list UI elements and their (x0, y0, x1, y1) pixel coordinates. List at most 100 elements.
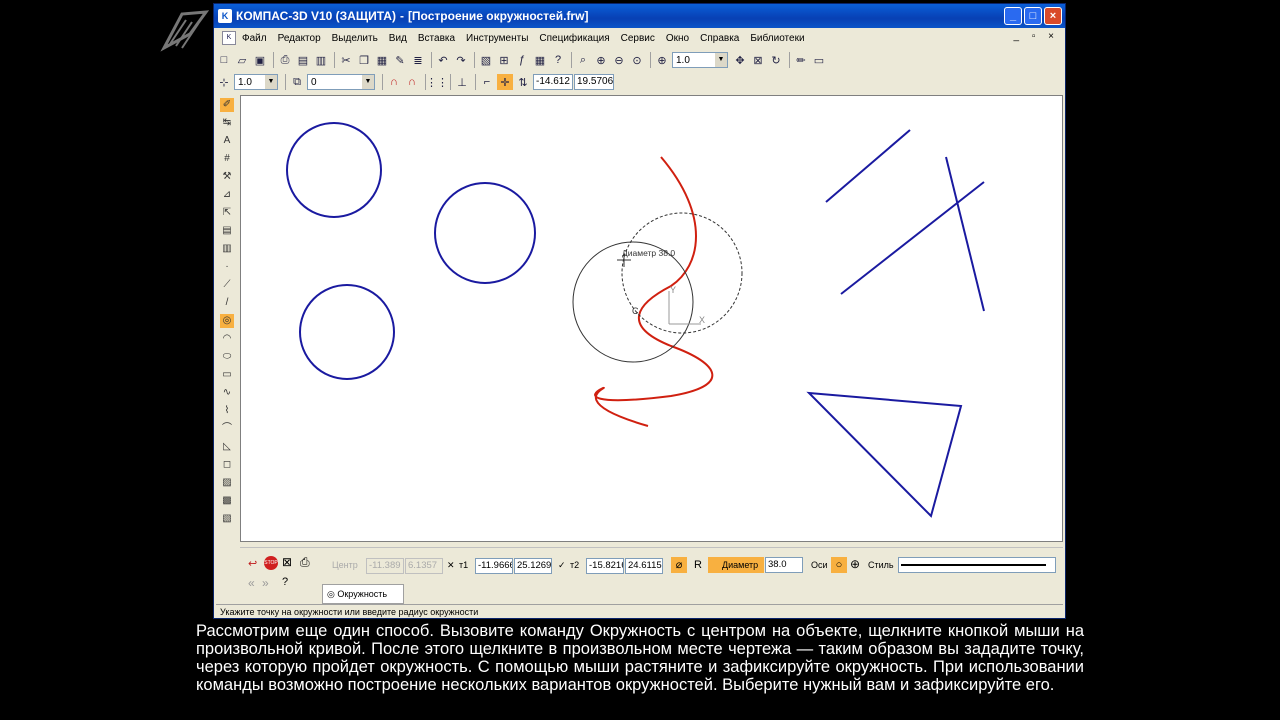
menu-libraries[interactable]: Библиотеки (750, 33, 804, 44)
menu-edit[interactable]: Редактор (278, 33, 321, 44)
pin-icon[interactable]: ↩ (248, 557, 257, 570)
open-folder-icon[interactable]: ▱ (234, 52, 250, 68)
menu-tools[interactable]: Инструменты (466, 33, 528, 44)
print-preview-icon[interactable]: ▤ (295, 52, 311, 68)
mdi-controls[interactable]: _ ▫ × (1013, 31, 1059, 42)
chamfer-tool-icon[interactable]: ◺ (220, 440, 234, 454)
cursor-x-field[interactable]: -14.612 (533, 74, 573, 90)
chevron-down-icon[interactable]: ▼ (265, 75, 277, 89)
rectangle-tool-icon[interactable]: ▭ (220, 368, 234, 382)
new-document-icon[interactable]: □ (216, 52, 232, 68)
refresh-icon[interactable]: ↻ (768, 52, 784, 68)
circle-2[interactable] (434, 182, 536, 284)
circle-3[interactable] (299, 284, 395, 380)
segment-tool-icon[interactable]: / (220, 296, 234, 310)
diameter-label[interactable]: Диаметр (708, 557, 764, 573)
save-icon[interactable]: ▣ (252, 52, 268, 68)
segment-3[interactable] (945, 156, 985, 312)
document-icon[interactable]: K (222, 31, 236, 45)
center-x-field[interactable]: -11.389 (366, 558, 404, 574)
auxiliary-line-icon[interactable]: ⟋ (220, 278, 234, 292)
cursor-y-field[interactable]: 19.5706 (574, 74, 614, 90)
polyline-tool-icon[interactable]: ⌇ (220, 404, 234, 418)
menu-select[interactable]: Выделить (332, 33, 378, 44)
help-icon[interactable]: ? (550, 52, 566, 68)
menu-service[interactable]: Сервис (621, 33, 655, 44)
help-icon[interactable]: ? (282, 576, 288, 588)
table-icon[interactable]: ▦ (532, 52, 548, 68)
undo-icon[interactable]: ↶ (435, 52, 451, 68)
zoom-scale-combo[interactable]: 1.0 ▼ (672, 52, 728, 68)
t1-check-icon[interactable]: ✕ (447, 560, 455, 571)
stop-icon[interactable]: STOP (264, 556, 278, 570)
zoom-out-icon[interactable]: ⊖ (611, 52, 627, 68)
t1-x-field[interactable]: -11.9666 (475, 558, 513, 574)
spline-curve[interactable] (594, 156, 714, 427)
menu-help[interactable]: Справка (700, 33, 739, 44)
collection-tool-icon[interactable]: ▧ (220, 512, 234, 526)
variables-icon[interactable]: ⊞ (496, 52, 512, 68)
show-all-icon[interactable]: ⊠ (750, 52, 766, 68)
triangle[interactable] (806, 391, 963, 518)
dimensions-panel-icon[interactable]: ↹ (220, 116, 234, 130)
paste-icon[interactable]: ▦ (374, 52, 390, 68)
menu-window[interactable]: Окно (666, 33, 689, 44)
t2-y-field[interactable]: 24.6115 (625, 558, 663, 574)
circle-tool-icon[interactable]: ◎ (220, 314, 234, 328)
layer-icon[interactable]: ⧉ (289, 74, 305, 90)
local-snap-icon[interactable]: ∩ (404, 74, 420, 90)
cursor-step-combo[interactable]: 1.0 ▼ (234, 74, 278, 90)
function-icon[interactable]: ƒ (514, 52, 530, 68)
layer-combo[interactable]: 0 ▼ (307, 74, 375, 90)
close-button[interactable]: × (1044, 7, 1062, 25)
drawing-svg[interactable]: Y X Диаметр 38.0 C (241, 96, 1063, 542)
menu-specification[interactable]: Спецификация (539, 33, 609, 44)
zoom-dynamic-icon[interactable]: ⊙ (629, 52, 645, 68)
radius-label[interactable]: R (694, 559, 702, 571)
with-axes-icon[interactable]: ⊕ (850, 557, 860, 571)
ortho-icon[interactable]: ⌐ (479, 74, 495, 90)
local-cs-icon[interactable]: ⊥ (454, 74, 470, 90)
t2-x-field[interactable]: -15.8216 (586, 558, 624, 574)
point-tool-icon[interactable]: · (220, 260, 234, 274)
geometry-panel-icon[interactable]: ✐ (220, 98, 234, 112)
contour-tool-icon[interactable]: ◻ (220, 458, 234, 472)
t2-check-icon[interactable]: ✓ (558, 560, 566, 571)
segment-2[interactable] (840, 181, 985, 295)
arc-tool-icon[interactable]: ◠ (220, 332, 234, 346)
circle-1[interactable] (286, 122, 382, 218)
center-y-field[interactable]: 6.1357 (405, 558, 443, 574)
menu-insert[interactable]: Вставка (418, 33, 455, 44)
parametrization-panel-icon[interactable]: ⚒ (220, 170, 234, 184)
tab-circle[interactable]: ◎ Окружность (322, 584, 404, 604)
pan-icon[interactable]: ✥ (732, 52, 748, 68)
format-brush-icon[interactable]: ✎ (392, 52, 408, 68)
select-panel-icon[interactable]: ⇱ (220, 206, 234, 220)
grid-icon[interactable]: ⋮⋮ (426, 74, 448, 90)
constructed-circle[interactable] (572, 241, 694, 363)
style-combo[interactable] (898, 557, 1056, 573)
snap-point-icon[interactable]: ⊠ (282, 555, 292, 569)
chevron-down-icon[interactable]: ▼ (362, 75, 374, 89)
copy-icon[interactable]: ❐ (356, 52, 372, 68)
zoom-window-icon[interactable]: ⌕ (575, 52, 591, 68)
cut-icon[interactable]: ✂ (338, 52, 354, 68)
no-axes-icon[interactable]: ○ (831, 557, 847, 573)
segment-1[interactable] (825, 129, 911, 203)
reports-panel-icon[interactable]: ▥ (220, 242, 234, 256)
edit-panel-icon[interactable]: # (220, 152, 234, 166)
create-object-icon[interactable]: ⎙ (300, 555, 310, 570)
manager-icon[interactable]: ≣ (410, 52, 426, 68)
diameter-field[interactable]: 38.0 (765, 557, 803, 573)
zoom-scale-icon[interactable]: ⊕ (654, 52, 670, 68)
minimize-button[interactable]: _ (1004, 7, 1022, 25)
hatch-tool-icon[interactable]: ▨ (220, 476, 234, 490)
coordinates-icon[interactable]: ✛ (497, 74, 513, 90)
grid-step-icon[interactable]: ⊹ (216, 74, 232, 90)
next-object-icon[interactable]: » (262, 576, 269, 590)
fragment-tool-icon[interactable]: ▩ (220, 494, 234, 508)
properties-icon[interactable]: ▥ (313, 52, 329, 68)
t1-y-field[interactable]: 25.1269 (514, 558, 552, 574)
spec-panel-icon[interactable]: ▤ (220, 224, 234, 238)
print-icon[interactable]: ⎙ (277, 52, 293, 68)
